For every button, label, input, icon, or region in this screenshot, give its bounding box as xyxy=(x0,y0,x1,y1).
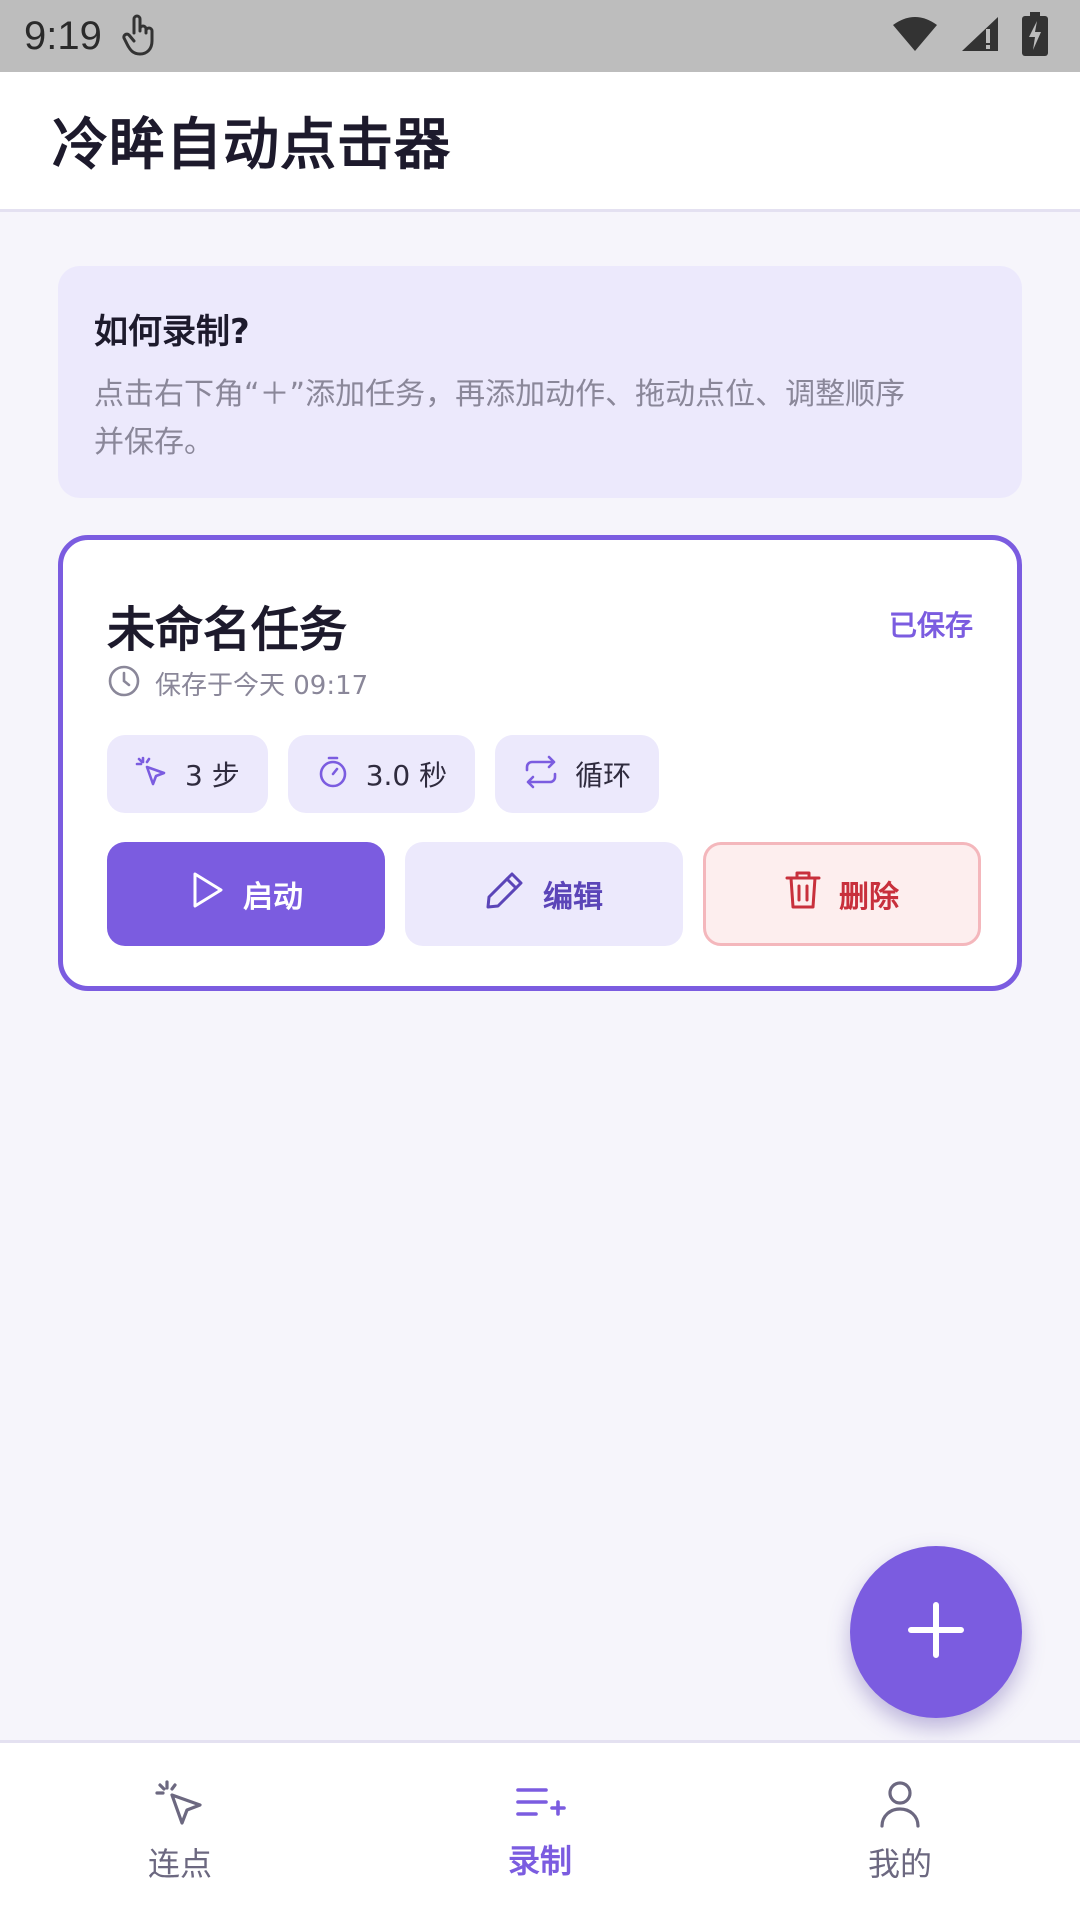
nav-item-record[interactable]: 录制 xyxy=(360,1743,720,1920)
wifi-icon xyxy=(892,15,938,57)
add-task-fab[interactable] xyxy=(850,1546,1022,1718)
status-bar: 9:19 xyxy=(0,0,1080,72)
app-title: 冷眸自动点击器 xyxy=(52,113,451,178)
user-icon xyxy=(878,1779,922,1833)
saved-status-badge: 已保存 xyxy=(888,609,973,642)
start-button[interactable]: 启动 xyxy=(107,842,385,946)
status-left: 9:19 xyxy=(24,11,160,61)
play-icon xyxy=(189,871,225,917)
steps-chip: 3 步 xyxy=(107,735,268,813)
saved-time-row: 保存于今天 09:17 xyxy=(107,664,368,702)
edit-label: 编辑 xyxy=(543,880,603,915)
task-stats: 3 步 3.0 秒 循环 xyxy=(107,735,660,813)
app-bar: 冷眸自动点击器 xyxy=(0,72,1080,212)
nav-label-profile: 我的 xyxy=(867,1844,932,1883)
bottom-nav: 连点 录制 我的 xyxy=(0,1740,1080,1920)
clock-icon xyxy=(107,664,141,702)
start-label: 启动 xyxy=(243,880,303,915)
battery-icon xyxy=(1022,12,1048,60)
nav-item-profile[interactable]: 我的 xyxy=(720,1743,1080,1920)
repeat-icon xyxy=(523,755,559,793)
touch-icon xyxy=(120,11,160,61)
task-card[interactable]: 未命名任务 已保存 保存于今天 09:17 3 步 3.0 秒 循环 启动 编辑… xyxy=(58,535,1022,991)
tap-icon xyxy=(154,1779,206,1833)
delete-button[interactable]: 删除 xyxy=(703,842,981,946)
tap-icon xyxy=(135,755,169,793)
timer-icon xyxy=(316,755,350,793)
edit-button[interactable]: 编辑 xyxy=(405,842,683,946)
duration-value: 3.0 秒 xyxy=(365,759,448,792)
status-time: 9:19 xyxy=(24,13,102,58)
duration-chip: 3.0 秒 xyxy=(287,735,476,813)
help-body-line: 并保存。 xyxy=(94,425,214,460)
nav-label-record: 录制 xyxy=(507,1841,572,1880)
trash-icon xyxy=(785,870,821,918)
help-card: 如何录制? 点击右下角“＋”添加任务，再添加动作、拖动点位、调整顺序 并保存。 xyxy=(58,266,1022,498)
signal-icon xyxy=(960,15,1000,57)
list-add-icon xyxy=(514,1782,566,1830)
status-right xyxy=(892,12,1056,60)
help-body-line: 点击右下角“＋”添加任务，再添加动作、拖动点位、调整顺序 xyxy=(94,377,906,412)
help-body: 点击右下角“＋”添加任务，再添加动作、拖动点位、调整顺序 并保存。 xyxy=(94,371,986,467)
nav-item-tap[interactable]: 连点 xyxy=(0,1743,360,1920)
task-actions: 启动 编辑 删除 xyxy=(107,842,981,946)
plus-icon xyxy=(907,1601,965,1663)
steps-value: 3 步 xyxy=(185,759,240,792)
delete-label: 删除 xyxy=(839,880,899,915)
mode-chip: 循环 xyxy=(495,735,660,813)
help-title: 如何录制? xyxy=(94,312,250,352)
pencil-icon xyxy=(485,870,525,918)
mode-value: 循环 xyxy=(575,759,632,792)
saved-time: 保存于今天 09:17 xyxy=(155,670,369,701)
nav-label-tap: 连点 xyxy=(147,1844,212,1883)
task-name: 未命名任务 xyxy=(107,602,348,658)
